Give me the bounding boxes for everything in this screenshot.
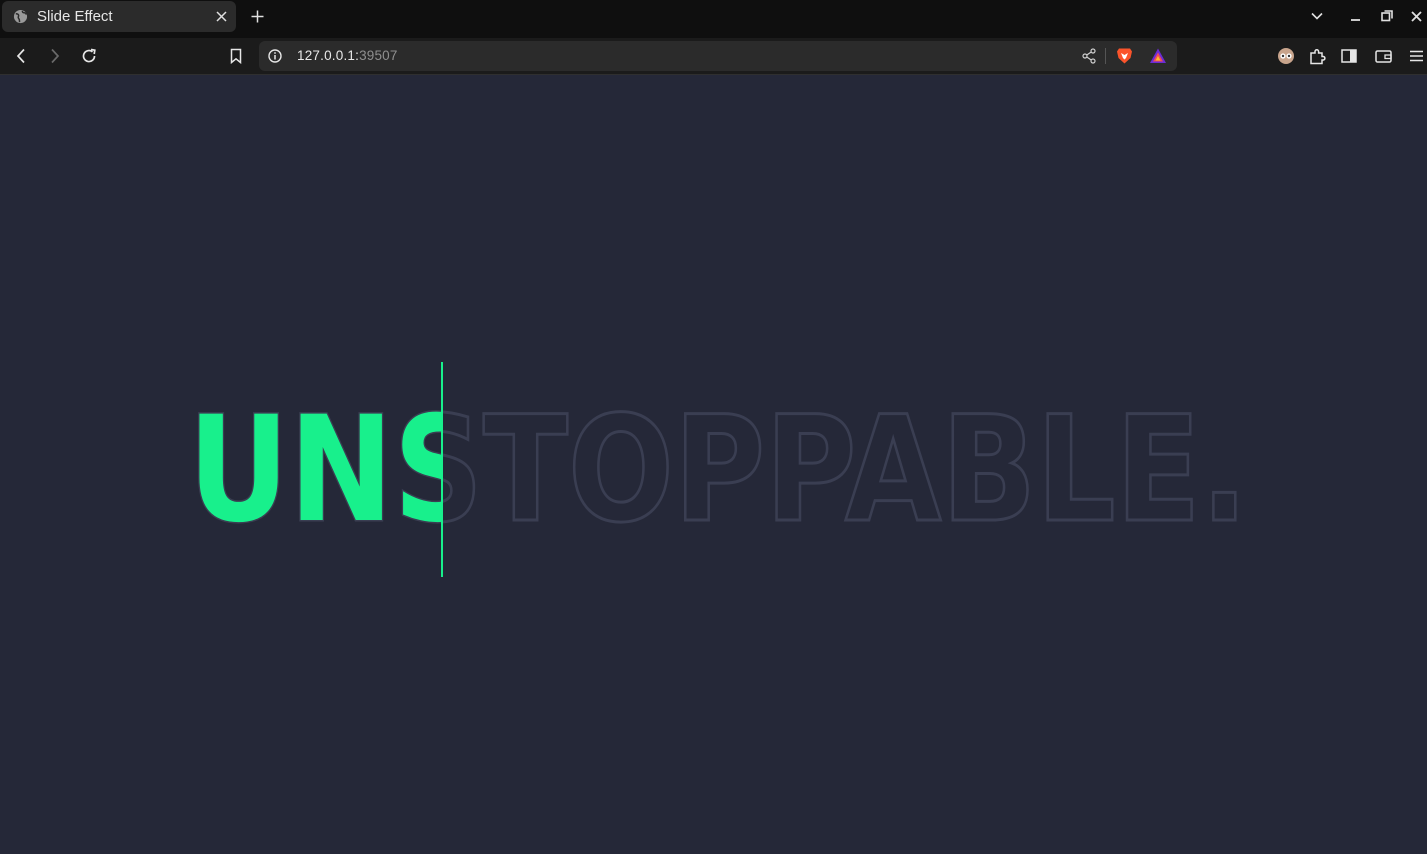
- hero-word: UNSTOPPABLE. UNSTOPPABLE.: [0, 76, 1427, 854]
- tab-title: Slide Effect: [37, 8, 113, 25]
- tab-strip: Slide Effect: [0, 0, 1427, 38]
- leo-icon[interactable]: [1276, 46, 1296, 66]
- bookmark-icon[interactable]: [226, 46, 246, 66]
- forward-icon[interactable]: [45, 46, 65, 66]
- navigation-toolbar: 127.0.0.1:39507: [0, 38, 1427, 75]
- restore-icon[interactable]: [1378, 7, 1396, 25]
- brave-shield-icon[interactable]: [1116, 47, 1133, 65]
- reload-icon[interactable]: [79, 46, 99, 66]
- plus-icon[interactable]: [248, 7, 266, 25]
- globe-icon: [13, 9, 28, 24]
- chevron-down-icon[interactable]: [1308, 7, 1326, 25]
- slide-divider: [441, 362, 444, 577]
- tab-slide-effect[interactable]: Slide Effect: [2, 1, 236, 32]
- address-bar[interactable]: 127.0.0.1:39507: [259, 41, 1177, 71]
- sidebar-icon[interactable]: [1339, 46, 1359, 66]
- minimize-icon[interactable]: [1346, 7, 1364, 25]
- wallet-icon[interactable]: [1373, 46, 1393, 66]
- close-icon[interactable]: [213, 8, 229, 24]
- url-text: 127.0.0.1:39507: [297, 48, 398, 63]
- info-icon[interactable]: [268, 49, 282, 63]
- extensions-icon[interactable]: [1307, 46, 1327, 66]
- brave-rewards-icon[interactable]: [1149, 47, 1167, 65]
- back-icon[interactable]: [11, 46, 31, 66]
- menu-icon[interactable]: [1406, 46, 1426, 66]
- url-separator: [1105, 48, 1106, 64]
- share-icon[interactable]: [1081, 48, 1097, 64]
- window-close-icon[interactable]: [1407, 7, 1425, 25]
- page-content: UNSTOPPABLE. UNSTOPPABLE.: [0, 76, 1427, 854]
